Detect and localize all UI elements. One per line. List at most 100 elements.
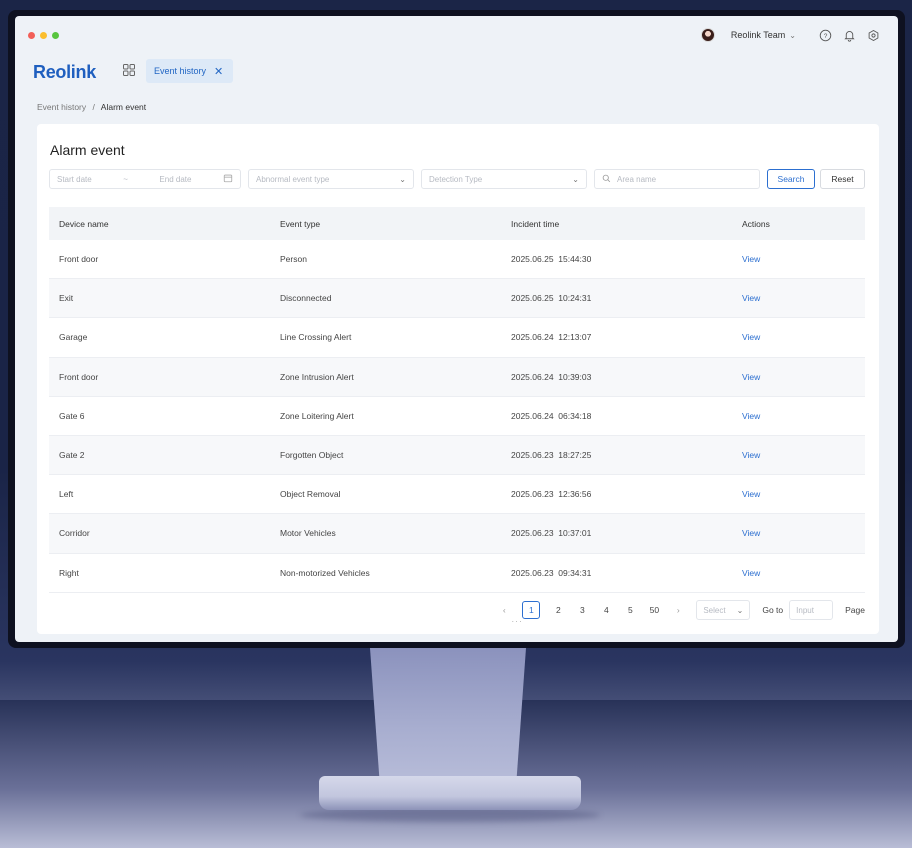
goto-label: Go to [762, 605, 784, 615]
device-name-cell: Front door [59, 371, 99, 382]
page-button-last[interactable]: 50 [648, 605, 660, 615]
search-button[interactable]: Search [767, 169, 815, 189]
event-type-select[interactable]: Abnormal event type ⌄ [248, 169, 414, 189]
breadcrumb-separator: / [92, 102, 95, 112]
area-search-placeholder: Area name [617, 174, 657, 184]
breadcrumb-current: Alarm event [100, 102, 147, 112]
incident-time-cell: 2025.06.24 10:39:03 [511, 371, 592, 382]
incident-time-cell: 2025.06.25 15:44:30 [511, 254, 592, 265]
chevron-down-icon: ⌄ [789, 30, 796, 40]
event-type-cell: Object Removal [280, 489, 341, 500]
event-type-cell: Motor Vehicles [280, 528, 336, 539]
start-date-field[interactable]: Start date [57, 175, 92, 184]
date-range-picker[interactable]: Start date ~ End date [49, 169, 241, 189]
table-row: Exit Disconnected 2025.06.25 10:24:31 Vi… [49, 279, 865, 319]
brand-logo[interactable]: Reolink [33, 62, 96, 83]
column-header: Event type [280, 218, 321, 229]
breadcrumb-parent[interactable]: Event history [37, 102, 86, 112]
event-type-cell: Person [280, 254, 307, 265]
chevron-down-icon: ⌄ [399, 174, 406, 184]
area-search-input[interactable]: Area name [594, 169, 760, 189]
column-header: Device name [59, 218, 109, 229]
reset-button[interactable]: Reset [820, 169, 865, 189]
incident-time-cell: 2025.06.23 10:37:01 [511, 528, 592, 539]
device-name-cell: Gate 2 [59, 450, 85, 461]
minimize-window-dot[interactable] [40, 32, 47, 39]
page-button-5[interactable]: 5 [624, 605, 636, 615]
view-link[interactable]: View [742, 332, 862, 342]
view-link[interactable]: View [742, 372, 862, 382]
next-page-button[interactable]: › [672, 605, 684, 615]
stand-shadow [300, 808, 600, 822]
device-name-cell: Front door [59, 254, 99, 265]
event-type-cell: Disconnected [280, 293, 332, 304]
prev-page-button[interactable]: ‹ [498, 605, 510, 615]
help-icon[interactable]: ? [818, 28, 832, 42]
page-button-1[interactable]: 1 [522, 601, 541, 619]
incident-time-cell: 2025.06.24 06:34:18 [511, 410, 592, 421]
table-header: Device name Event type Incident time Act… [49, 207, 865, 240]
detection-type-select[interactable]: Detection Type ⌄ [421, 169, 587, 189]
event-type-cell: Zone Intrusion Alert [280, 371, 354, 382]
maximize-window-dot[interactable] [52, 32, 59, 39]
page-size-select[interactable]: Select ⌄ [696, 600, 751, 620]
page-button-2[interactable]: 2 [552, 605, 564, 615]
chevron-down-icon: ⌄ [572, 174, 579, 184]
app-window: Reolink Team ⌄ ? Reolink Event history ✕… [15, 16, 898, 642]
tab-event-history[interactable]: Event history ✕ [146, 59, 233, 83]
table-row: Garage Line Crossing Alert 2025.06.24 12… [49, 318, 865, 358]
table-row: Right Non-motorized Vehicles 2025.06.23 … [49, 554, 865, 593]
event-type-cell: Forgotten Object [280, 450, 344, 461]
event-type-cell: Zone Loitering Alert [280, 410, 354, 421]
table-row: Front door Person 2025.06.25 15:44:30 Vi… [49, 240, 865, 280]
events-table: Device name Event type Incident time Act… [49, 207, 865, 593]
apps-grid-icon[interactable] [122, 63, 136, 77]
table-row: Gate 6 Zone Loitering Alert 2025.06.24 0… [49, 397, 865, 436]
device-name-cell: Gate 6 [59, 410, 85, 421]
close-window-dot[interactable] [28, 32, 35, 39]
incident-time-cell: 2025.06.25 10:24:31 [511, 293, 592, 304]
view-link[interactable]: View [742, 411, 862, 421]
incident-time-cell: 2025.06.23 18:27:25 [511, 450, 592, 461]
search-icon [602, 174, 611, 185]
device-name-cell: Exit [59, 293, 74, 304]
view-link[interactable]: View [742, 450, 862, 460]
topbar-actions: Reolink Team ⌄ ? [700, 28, 880, 42]
bell-icon[interactable] [842, 28, 856, 42]
monitor-stand-base [319, 776, 581, 810]
view-link[interactable]: View [742, 568, 862, 578]
view-link[interactable]: View [742, 528, 862, 538]
user-menu[interactable]: Reolink Team ⌄ [700, 28, 796, 42]
column-header: Actions [742, 218, 770, 229]
incident-time-cell: 2025.06.23 12:36:56 [511, 489, 592, 500]
view-link[interactable]: View [742, 293, 862, 303]
pagination-ellipsis[interactable]: ··· [511, 616, 523, 626]
view-link[interactable]: View [742, 489, 862, 499]
chevron-down-icon: ⌄ [736, 605, 744, 615]
device-name-cell: Right [59, 567, 79, 578]
detection-type-placeholder: Detection Type [429, 174, 483, 184]
content-panel: Alarm event Start date ~ End date Abnorm… [37, 124, 879, 634]
incident-time-cell: 2025.06.24 12:13:07 [511, 332, 592, 343]
incident-time-cell: 2025.06.23 09:34:31 [511, 567, 592, 578]
table-row: Gate 2 Forgotten Object 2025.06.23 18:27… [49, 435, 865, 476]
filter-bar: Start date ~ End date Abnormal event typ… [49, 169, 867, 189]
tab-label: Event history [154, 66, 207, 76]
table-row: Front door Zone Intrusion Alert 2025.06.… [49, 357, 865, 397]
end-date-field[interactable]: End date [159, 175, 191, 184]
svg-text:?: ? [823, 32, 827, 39]
settings-icon[interactable] [866, 28, 880, 42]
window-controls [28, 32, 59, 39]
view-link[interactable]: View [742, 254, 862, 264]
page-button-4[interactable]: 4 [600, 605, 612, 615]
table-row: Left Object Removal 2025.06.23 12:36:56 … [49, 475, 865, 515]
monitor-stand-neck [370, 648, 526, 778]
close-icon[interactable]: ✕ [214, 65, 223, 78]
avatar [700, 28, 715, 42]
page-title: Alarm event [50, 142, 125, 158]
breadcrumb: Event history / Alarm event [37, 102, 146, 112]
pagination: ‹ 1 2 3 4 5 ··· 50 › Select ⌄ Go to Inpu… [498, 600, 865, 626]
event-type-placeholder: Abnormal event type [256, 174, 330, 184]
page-button-3[interactable]: 3 [576, 605, 588, 615]
goto-page-input[interactable]: Input [789, 600, 834, 620]
